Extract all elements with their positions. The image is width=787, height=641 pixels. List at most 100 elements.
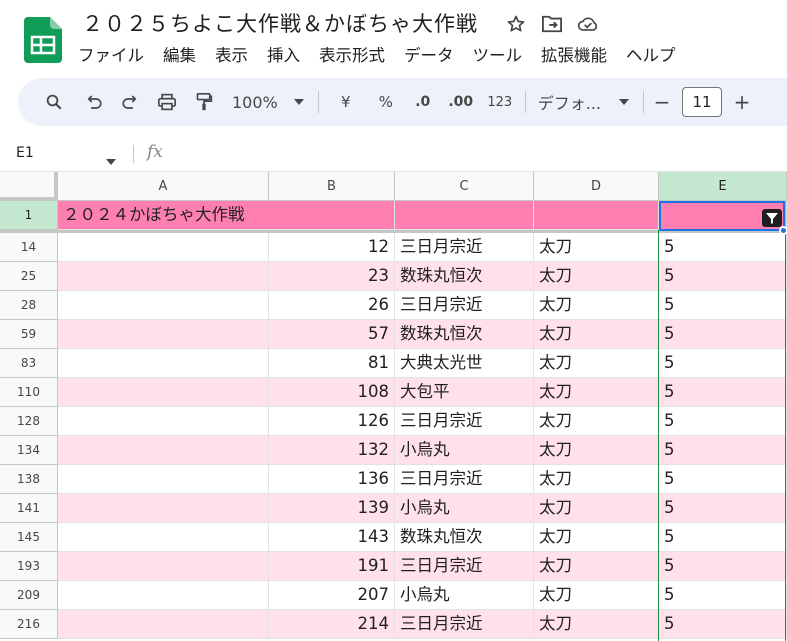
cell-e[interactable]: 5 (659, 552, 787, 581)
row-header[interactable]: 134 (0, 436, 58, 465)
cell-e[interactable]: 5 (659, 523, 787, 552)
menu-insert[interactable]: 挿入 (267, 42, 310, 66)
cell-d[interactable]: 太刀 (534, 378, 659, 407)
row-header[interactable]: 110 (0, 378, 58, 407)
row-header[interactable]: 141 (0, 494, 58, 523)
cell-d[interactable]: 太刀 (534, 465, 659, 494)
cell-e[interactable]: 5 (659, 233, 787, 262)
cloud-status-icon[interactable] (577, 13, 599, 35)
cell-e[interactable]: 5 (659, 291, 787, 320)
row-header[interactable]: 83 (0, 349, 58, 378)
cell-a[interactable] (58, 552, 269, 581)
row-header[interactable]: 209 (0, 581, 58, 610)
move-to-folder-icon[interactable] (541, 13, 563, 35)
cell-a[interactable] (58, 378, 269, 407)
cell-b[interactable]: 143 (269, 523, 395, 552)
row-header[interactable]: 145 (0, 523, 58, 552)
cell-d[interactable]: 太刀 (534, 494, 659, 523)
menu-data[interactable]: データ (404, 42, 464, 66)
cell-c[interactable]: 三日月宗近 (395, 407, 534, 436)
cell-c1[interactable] (395, 201, 534, 230)
cell-e[interactable]: 5 (659, 349, 787, 378)
row-header[interactable]: 14 (0, 233, 58, 262)
cell-b[interactable]: 23 (269, 262, 395, 291)
font-family-select[interactable]: デフォ... (538, 86, 630, 118)
cell-d[interactable]: 太刀 (534, 581, 659, 610)
paint-format-icon[interactable] (186, 86, 222, 118)
format-currency-button[interactable]: ¥ (329, 86, 363, 118)
cell-a[interactable] (58, 320, 269, 349)
format-percent-button[interactable]: % (369, 86, 403, 118)
cell-b[interactable]: 207 (269, 581, 395, 610)
cell-b[interactable]: 57 (269, 320, 395, 349)
filter-icon[interactable] (762, 209, 782, 227)
cell-c[interactable]: 三日月宗近 (395, 291, 534, 320)
zoom-select[interactable]: 100% (232, 86, 304, 118)
cell-a[interactable] (58, 291, 269, 320)
cell-b[interactable]: 132 (269, 436, 395, 465)
cell-e[interactable]: 5 (659, 262, 787, 291)
column-header-d[interactable]: D (534, 172, 659, 201)
print-icon[interactable] (148, 86, 186, 118)
fill-handle[interactable] (779, 226, 787, 235)
cell-e[interactable]: 5 (659, 610, 787, 639)
cell-a[interactable] (58, 610, 269, 639)
menu-format[interactable]: 表示形式 (319, 42, 395, 66)
cell-b[interactable]: 108 (269, 378, 395, 407)
frozen-row-divider[interactable] (0, 230, 787, 233)
decrease-decimal-button[interactable]: .0 (405, 86, 441, 118)
increase-decimal-button[interactable]: .00 (441, 86, 481, 118)
cell-d[interactable]: 太刀 (534, 349, 659, 378)
more-formats-button[interactable]: 123 (481, 86, 519, 118)
cell-d[interactable]: 太刀 (534, 523, 659, 552)
cell-a[interactable] (58, 407, 269, 436)
cell-e[interactable]: 5 (659, 378, 787, 407)
menu-help[interactable]: ヘルプ (626, 42, 686, 66)
row-header[interactable]: 138 (0, 465, 58, 494)
cell-b[interactable]: 26 (269, 291, 395, 320)
cell-c[interactable]: 数珠丸恒次 (395, 320, 534, 349)
cell-d[interactable]: 太刀 (534, 233, 659, 262)
cell-d[interactable]: 太刀 (534, 320, 659, 349)
cell-a[interactable] (58, 465, 269, 494)
cell-b[interactable]: 139 (269, 494, 395, 523)
cell-b[interactable]: 12 (269, 233, 395, 262)
cell-d[interactable]: 太刀 (534, 436, 659, 465)
cell-c[interactable]: 数珠丸恒次 (395, 523, 534, 552)
cell-b1[interactable] (269, 201, 395, 230)
chevron-down-icon[interactable] (106, 150, 116, 169)
star-icon[interactable] (505, 13, 527, 35)
redo-icon[interactable] (112, 86, 148, 118)
select-all-corner[interactable] (0, 172, 58, 201)
cell-c[interactable]: 三日月宗近 (395, 465, 534, 494)
cell-b[interactable]: 214 (269, 610, 395, 639)
decrease-font-size-button[interactable]: − (650, 86, 674, 118)
cell-c[interactable]: 三日月宗近 (395, 610, 534, 639)
document-title[interactable]: ２０２５ちよこ大作戦＆かぼちゃ大作戦 (82, 8, 478, 38)
cell-b[interactable]: 136 (269, 465, 395, 494)
cell-e[interactable]: 5 (659, 320, 787, 349)
row-header[interactable]: 216 (0, 610, 58, 639)
menu-edit[interactable]: 編集 (163, 42, 206, 66)
cell-a[interactable] (58, 494, 269, 523)
cell-d[interactable]: 太刀 (534, 552, 659, 581)
cell-c[interactable]: 小烏丸 (395, 494, 534, 523)
cell-a[interactable] (58, 349, 269, 378)
column-header-b[interactable]: B (269, 172, 395, 201)
menu-view[interactable]: 表示 (215, 42, 258, 66)
column-header-a[interactable]: A (58, 172, 269, 201)
google-sheets-logo[interactable] (24, 17, 62, 63)
row-header[interactable]: 193 (0, 552, 58, 581)
menu-tools[interactable]: ツール (473, 42, 533, 66)
row-header[interactable]: 25 (0, 262, 58, 291)
cell-b[interactable]: 81 (269, 349, 395, 378)
cell-b[interactable]: 126 (269, 407, 395, 436)
cell-c[interactable]: 大包平 (395, 378, 534, 407)
cell-d1[interactable] (534, 201, 659, 230)
cell-c[interactable]: 小烏丸 (395, 581, 534, 610)
cell-e[interactable]: 5 (659, 581, 787, 610)
cell-e[interactable]: 5 (659, 465, 787, 494)
cell-c[interactable]: 三日月宗近 (395, 552, 534, 581)
cell-a[interactable] (58, 436, 269, 465)
undo-icon[interactable] (76, 86, 112, 118)
